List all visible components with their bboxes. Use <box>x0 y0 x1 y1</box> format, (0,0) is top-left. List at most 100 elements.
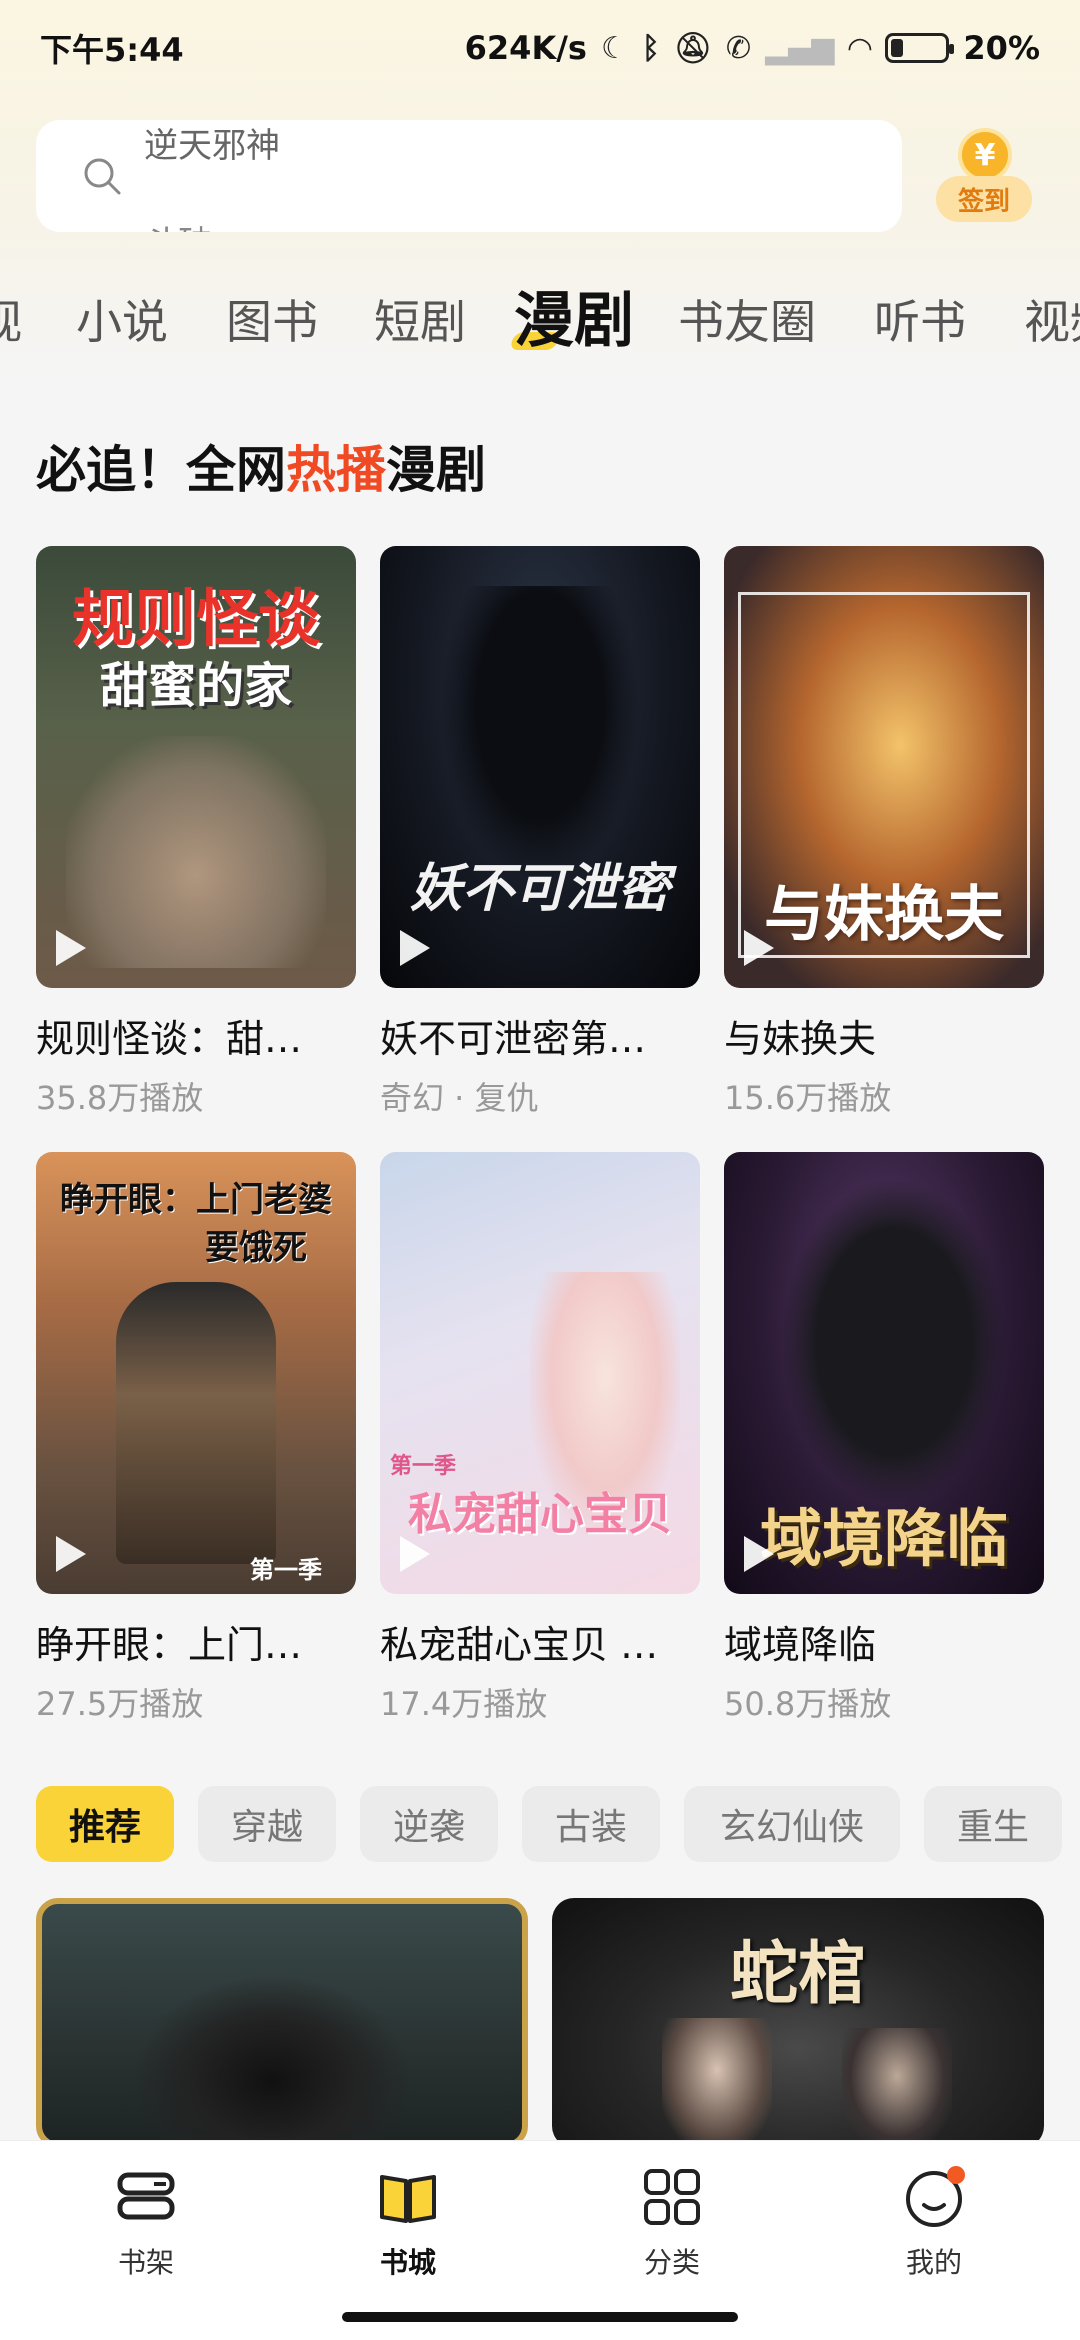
drama-title: 域境降临 <box>724 1623 877 1667</box>
bottom-navigation: 书架 书城 分类 我的 <box>0 2140 1080 2340</box>
moon-icon: ☾ <box>600 30 628 66</box>
nav-bookshelf[interactable]: 书架 <box>66 2165 226 2281</box>
tab-books[interactable]: 图书 <box>226 286 318 352</box>
notification-dot <box>947 2166 965 2184</box>
chip-rebirth[interactable]: 重生 <box>924 1786 1062 1862</box>
drama-subtitle: 奇幻 · 复仇 <box>380 1079 539 1117</box>
battery-percent: 20% <box>963 29 1040 67</box>
chip-fantasy[interactable]: 玄幻仙侠 <box>684 1786 900 1862</box>
signin-label: 签到 <box>936 176 1032 222</box>
play-icon <box>400 1536 430 1572</box>
drama-cover: 与妹换夫 <box>724 546 1044 988</box>
nav-label: 书架 <box>117 2246 174 2279</box>
chip-comeback[interactable]: 逆袭 <box>360 1786 498 1862</box>
search-hint-previous: 逆天邪神 <box>144 126 280 166</box>
featured-illustration <box>842 2028 952 2148</box>
bell-muted-icon: 🔕︎ <box>673 30 712 66</box>
home-indicator[interactable] <box>342 2312 738 2322</box>
status-time: 下午5:44 <box>40 31 184 69</box>
drama-card[interactable]: 第一季 私宠甜心宝贝 私宠甜心宝贝 … 17.4万播放 <box>380 1152 700 1725</box>
search-input[interactable]: 逆天邪神 斗破 <box>36 120 902 232</box>
featured-title: 蛇棺 <box>729 1934 866 2014</box>
bookshelf-icon <box>117 2172 175 2220</box>
drama-card[interactable]: 睁开眼：上门老婆 要饿死 第一季 睁开眼：上门… 27.5万播放 <box>36 1152 356 1725</box>
tab-short-drama[interactable]: 短剧 <box>374 286 466 352</box>
tab-comic-drama[interactable]: 漫剧 <box>514 272 634 359</box>
bluetooth-icon: ᛒ <box>641 30 660 66</box>
drama-subtitle: 50.8万播放 <box>724 1685 892 1723</box>
drama-subtitle: 27.5万播放 <box>36 1685 204 1723</box>
drama-title: 妖不可泄密第… <box>380 1017 647 1061</box>
profile-icon <box>906 2166 965 2227</box>
drama-cover: 妖不可泄密 <box>380 546 700 988</box>
drama-title: 与妹换夫 <box>724 1017 877 1061</box>
category-tabs: 视 小说 图书 短剧 漫剧 书友圈 听书 视频 <box>0 268 1080 368</box>
play-icon <box>400 930 430 966</box>
status-bar: 下午5:44 624K/s ☾ ᛒ 🔕︎ ✆ ▂▄▆ ◠ 20% <box>0 0 1080 96</box>
cover-text: 规则怪谈 <box>71 582 320 655</box>
status-icons: 624K/s ☾ ᛒ 🔕︎ ✆ ▂▄▆ ◠ 20% <box>465 29 1040 67</box>
wifi-icon: ◠ <box>848 30 872 66</box>
drama-subtitle: 17.4万播放 <box>380 1685 548 1723</box>
drama-cover: 第一季 私宠甜心宝贝 <box>380 1152 700 1594</box>
drama-title: 睁开眼：上门… <box>36 1623 303 1667</box>
cover-text: 妖不可泄密 <box>409 858 670 919</box>
chip-costume[interactable]: 古装 <box>522 1786 660 1862</box>
featured-illustration <box>132 1974 412 2142</box>
cover-text: 私宠甜心宝贝 <box>408 1489 672 1540</box>
signin-button[interactable]: ¥ 签到 <box>932 128 1036 228</box>
search-hint-next: 斗破 <box>144 216 212 232</box>
tab-book-friends[interactable]: 书友圈 <box>678 286 816 352</box>
nav-category[interactable]: 分类 <box>592 2165 752 2281</box>
play-icon <box>744 1536 774 1572</box>
cover-text: 睁开眼：上门老婆 <box>60 1180 332 1220</box>
featured-illustration <box>662 2018 772 2148</box>
network-speed: 624K/s <box>464 29 587 67</box>
cover-illustration <box>784 1182 1004 1502</box>
tab-video-partial[interactable]: 视 <box>0 286 22 352</box>
play-icon <box>56 1536 86 1572</box>
section-title-suffix: 漫剧 <box>386 441 486 499</box>
drama-cover: 睁开眼：上门老婆 要饿死 第一季 <box>36 1152 356 1594</box>
drama-cover: 规则怪谈 甜蜜的家 <box>36 546 356 988</box>
battery-icon <box>885 33 955 63</box>
grid-icon <box>644 2169 700 2225</box>
drama-card[interactable]: 与妹换夫 与妹换夫 15.6万播放 <box>724 546 1044 1119</box>
drama-subtitle: 15.6万播放 <box>724 1079 892 1117</box>
nav-label: 分类 <box>643 2246 700 2279</box>
nav-label: 书城 <box>379 2246 436 2279</box>
cover-text: 甜蜜的家 <box>99 658 292 714</box>
play-icon <box>744 930 774 966</box>
cover-text: 第一季 <box>250 1555 322 1584</box>
drama-card[interactable]: 妖不可泄密 妖不可泄密第… 奇幻 · 复仇 <box>380 546 700 1119</box>
coin-icon: ¥ <box>958 128 1012 182</box>
drama-subtitle: 35.8万播放 <box>36 1079 204 1117</box>
drama-title: 私宠甜心宝贝 … <box>380 1623 659 1667</box>
nav-bookstore[interactable]: 书城 <box>328 2165 488 2281</box>
signal-icon: ▂▄▆ <box>765 30 835 66</box>
featured-card[interactable]: 蛇棺 <box>552 1898 1044 2148</box>
nav-profile[interactable]: 我的 <box>854 2165 1014 2281</box>
section-title-hot: 热播 <box>286 441 386 499</box>
search-icon <box>84 158 121 195</box>
featured-card[interactable] <box>36 1898 528 2148</box>
chip-recommend[interactable]: 推荐 <box>36 1786 174 1862</box>
nav-label: 我的 <box>905 2246 962 2279</box>
cover-text: 要饿死 <box>205 1228 307 1268</box>
cover-illustration <box>116 1282 276 1564</box>
tab-novel[interactable]: 小说 <box>76 286 168 352</box>
chip-time-travel[interactable]: 穿越 <box>198 1786 336 1862</box>
drama-cover: 域境降临 <box>724 1152 1044 1594</box>
call-icon: ✆ <box>725 30 752 66</box>
cover-illustration <box>440 586 640 886</box>
drama-card[interactable]: 规则怪谈 甜蜜的家 规则怪谈：甜… 35.8万播放 <box>36 546 356 1119</box>
tab-audiobook[interactable]: 听书 <box>874 286 966 352</box>
play-icon <box>56 930 86 966</box>
section-title: 必追！全网热播漫剧 <box>36 430 486 502</box>
section-title-prefix: 必追！全网 <box>36 441 286 499</box>
drama-card[interactable]: 域境降临 域境降临 50.8万播放 <box>724 1152 1044 1725</box>
cover-text: 第一季 <box>390 1453 457 1479</box>
tab-video[interactable]: 视频 <box>1024 286 1080 352</box>
drama-title: 规则怪谈：甜… <box>36 1017 303 1061</box>
cover-illustration <box>66 736 326 968</box>
